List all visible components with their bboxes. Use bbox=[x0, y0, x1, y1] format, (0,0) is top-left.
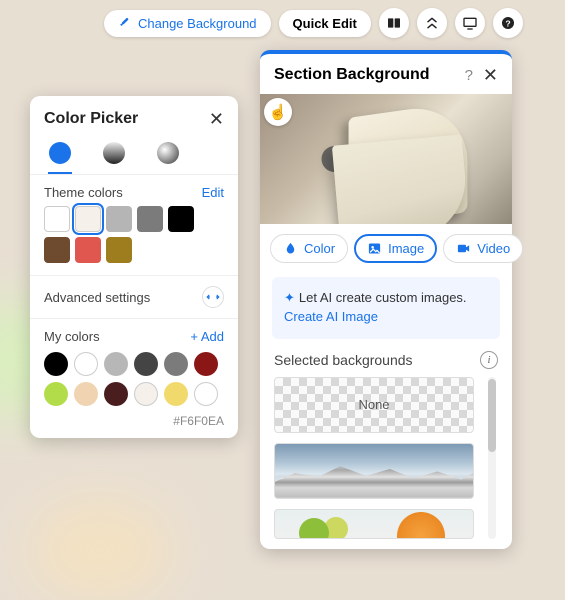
theme-swatch[interactable] bbox=[106, 237, 132, 263]
my-color-swatch[interactable] bbox=[104, 352, 128, 376]
section-background-title: Section Background bbox=[274, 66, 465, 84]
tab-color-label: Color bbox=[304, 241, 335, 256]
section-background-panel: Section Background ? ✕ ☝ Settings Color … bbox=[260, 50, 512, 549]
preview-settings-button[interactable]: Settings bbox=[322, 146, 413, 172]
advanced-settings-label: Advanced settings bbox=[44, 290, 150, 305]
theme-swatch[interactable] bbox=[106, 206, 132, 232]
my-color-swatch[interactable] bbox=[134, 352, 158, 376]
tab-image-label: Image bbox=[388, 241, 424, 256]
radial-gradient-icon bbox=[157, 142, 179, 164]
advanced-settings-expand-button[interactable] bbox=[202, 286, 224, 308]
top-toolbar: Change Background Quick Edit ? bbox=[104, 8, 523, 38]
my-color-swatch[interactable] bbox=[164, 382, 188, 406]
fill-tab-gradient-radial[interactable] bbox=[156, 142, 180, 174]
color-picker-title: Color Picker bbox=[44, 110, 138, 128]
backgrounds-scroll-area: None bbox=[274, 377, 498, 539]
my-color-swatches bbox=[44, 352, 224, 406]
expand-horizontal-icon bbox=[206, 290, 220, 304]
columns-icon bbox=[386, 15, 402, 31]
info-button[interactable]: i bbox=[480, 351, 498, 369]
my-color-swatch[interactable] bbox=[74, 382, 98, 406]
change-background-label: Change Background bbox=[138, 16, 257, 31]
edit-theme-colors-link[interactable]: Edit bbox=[202, 185, 224, 200]
droplet-icon bbox=[283, 241, 298, 256]
my-color-swatch[interactable] bbox=[194, 382, 218, 406]
my-color-swatch[interactable] bbox=[194, 352, 218, 376]
my-color-swatch[interactable] bbox=[74, 352, 98, 376]
sliders-icon bbox=[428, 152, 442, 166]
tab-color[interactable]: Color bbox=[270, 234, 348, 263]
linear-gradient-icon bbox=[103, 142, 125, 164]
hex-value: #F6F0EA bbox=[44, 414, 224, 428]
my-color-swatch[interactable] bbox=[44, 352, 68, 376]
create-ai-image-link[interactable]: Create AI Image bbox=[284, 309, 378, 324]
sparkle-icon: ✦ bbox=[284, 290, 295, 305]
color-picker-panel: Color Picker ✕ Theme colors Edit Advance… bbox=[30, 96, 238, 438]
background-option-none-label: None bbox=[358, 397, 389, 412]
change-background-button[interactable]: Change Background bbox=[104, 10, 271, 37]
tab-image[interactable]: Image bbox=[354, 234, 437, 263]
present-button[interactable] bbox=[455, 8, 485, 38]
tab-video[interactable]: Video bbox=[443, 234, 523, 263]
video-badge-icon bbox=[281, 478, 299, 492]
brush-icon bbox=[118, 16, 132, 30]
add-my-color-link[interactable]: + Add bbox=[190, 329, 224, 344]
pointer-cursor-icon: ☝ bbox=[264, 98, 292, 126]
selected-backgrounds-label: Selected backgrounds bbox=[274, 352, 413, 368]
fill-tab-solid[interactable] bbox=[48, 142, 72, 174]
background-option-mountain[interactable] bbox=[274, 443, 474, 499]
background-option-none[interactable]: None bbox=[274, 377, 474, 433]
my-color-swatch[interactable] bbox=[104, 382, 128, 406]
question-icon: ? bbox=[500, 15, 516, 31]
background-preview: ☝ Settings bbox=[260, 94, 512, 224]
quick-edit-label: Quick Edit bbox=[293, 16, 357, 31]
theme-swatch[interactable] bbox=[137, 206, 163, 232]
stacked-chevron-icon bbox=[424, 15, 440, 31]
my-color-swatch[interactable] bbox=[164, 352, 188, 376]
background-type-tabs: Color Image Video bbox=[260, 224, 512, 273]
close-section-background-button[interactable]: ✕ bbox=[483, 66, 498, 84]
video-icon bbox=[456, 241, 471, 256]
tab-video-label: Video bbox=[477, 241, 510, 256]
theme-swatch[interactable] bbox=[44, 206, 70, 232]
fill-type-tabs bbox=[44, 138, 224, 174]
solid-fill-icon bbox=[49, 142, 71, 164]
my-color-swatch[interactable] bbox=[134, 382, 158, 406]
theme-swatch[interactable] bbox=[44, 237, 70, 263]
preview-adjust-button[interactable] bbox=[420, 146, 450, 172]
fill-tab-gradient-linear[interactable] bbox=[102, 142, 126, 174]
ai-image-card: ✦ Let AI create custom images. Create AI … bbox=[272, 277, 500, 339]
background-option-citrus[interactable] bbox=[274, 509, 474, 539]
my-colors-label: My colors bbox=[44, 329, 100, 344]
theme-swatch[interactable] bbox=[75, 206, 101, 232]
backgrounds-scrollbar[interactable] bbox=[488, 377, 496, 539]
help-button[interactable]: ? bbox=[493, 8, 523, 38]
panel-help-button[interactable]: ? bbox=[465, 67, 473, 84]
gear-icon bbox=[334, 152, 348, 166]
svg-text:?: ? bbox=[505, 18, 510, 28]
theme-swatch[interactable] bbox=[75, 237, 101, 263]
image-icon bbox=[367, 241, 382, 256]
screen-icon bbox=[462, 15, 478, 31]
scroll-arrange-button[interactable] bbox=[417, 8, 447, 38]
my-color-swatch[interactable] bbox=[44, 382, 68, 406]
quick-edit-button[interactable]: Quick Edit bbox=[279, 10, 371, 37]
preview-settings-label: Settings bbox=[354, 152, 401, 167]
theme-colors-label: Theme colors bbox=[44, 185, 123, 200]
ai-image-text: Let AI create custom images. bbox=[299, 290, 467, 305]
close-color-picker-button[interactable]: ✕ bbox=[209, 110, 224, 128]
theme-swatches bbox=[44, 206, 224, 263]
theme-swatch[interactable] bbox=[168, 206, 194, 232]
layout-columns-button[interactable] bbox=[379, 8, 409, 38]
